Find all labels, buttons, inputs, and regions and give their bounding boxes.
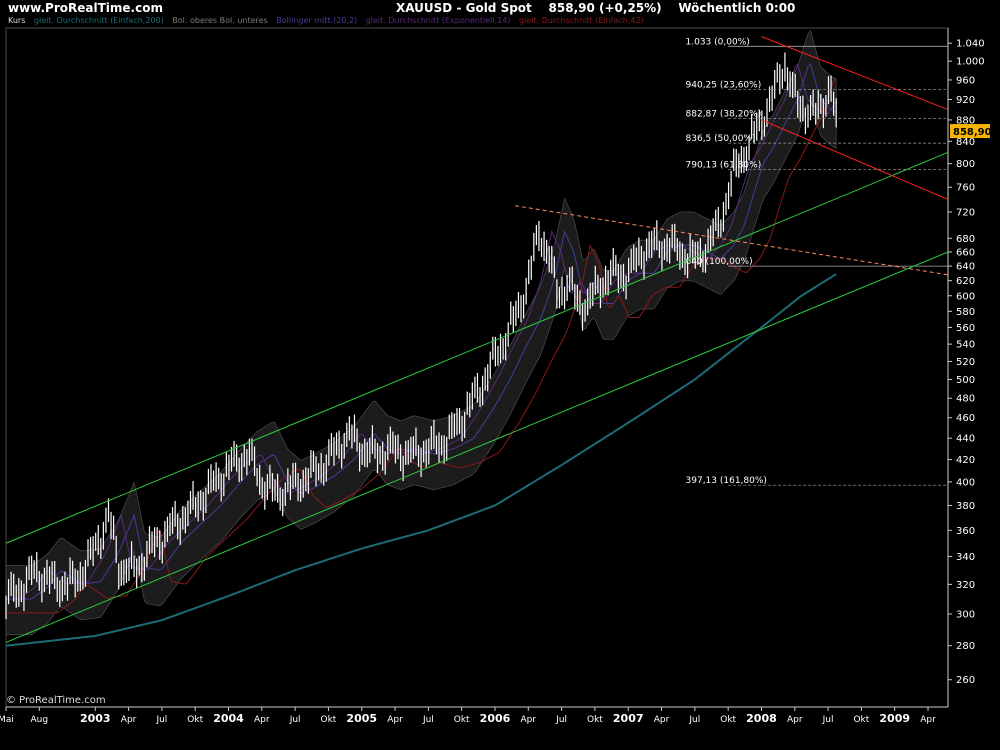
- legend-item-sma42: gleit. Durchschnitt (Einfach,42): [518, 16, 644, 25]
- y-tick-label: 520: [956, 357, 975, 368]
- x-tick-label: Aug: [31, 715, 49, 725]
- y-tick-label: 480: [956, 394, 975, 405]
- x-tick-label: Okt: [587, 715, 603, 725]
- y-tick-label: 500: [956, 375, 975, 386]
- x-tick-label: Okt: [321, 715, 337, 725]
- y-tick-label: 300: [956, 610, 975, 621]
- y-tick-label: 340: [956, 552, 975, 563]
- x-tick-label: Apr: [387, 715, 403, 725]
- y-tick-label: 840: [956, 137, 975, 148]
- x-tick-label: Apr: [121, 715, 137, 725]
- y-tick-label: 320: [956, 580, 975, 591]
- fib-level-label: 640 (100,00%): [686, 257, 753, 267]
- fib-level-label: 836,5 (50,00%): [686, 134, 756, 144]
- y-tick-label: 580: [956, 307, 975, 318]
- y-tick-label: 400: [956, 477, 975, 488]
- copyright: © ProRealTime.com: [6, 695, 106, 706]
- y-tick-label: 280: [956, 641, 975, 652]
- y-tick-label: 460: [956, 413, 975, 424]
- plot-frame: [5, 27, 949, 708]
- fib-level-label: 940,25 (23,60%): [686, 80, 762, 90]
- trendline-channel-lower: [5, 251, 949, 643]
- x-tick-label: 2006: [480, 712, 511, 725]
- x-tick-label: Jul: [555, 715, 567, 725]
- last-price-label: 858,90: [953, 127, 992, 138]
- legend-item-sma200: gleit. Durchschnitt (Einfach,200): [33, 16, 164, 25]
- x-tick-label: 2005: [346, 712, 377, 725]
- x-tick-label: Jul: [688, 715, 700, 725]
- y-tick-label: 560: [956, 323, 975, 334]
- x-tick-label: 2003: [80, 712, 111, 725]
- y-tick-label: 600: [956, 291, 975, 302]
- y-tick-label: 440: [956, 434, 975, 445]
- legend-item-ema14: gleit. Durchschnitt (Exponentiell,14): [365, 16, 511, 25]
- y-tick-label: 540: [956, 340, 975, 351]
- x-tick-label: Okt: [454, 715, 470, 725]
- y-tick-label: 760: [956, 183, 975, 194]
- fib-level-label: 397,13 (161,80%): [686, 476, 767, 486]
- trendline-channel-upper: [5, 151, 949, 544]
- x-tick-label: Jul: [422, 715, 434, 725]
- y-tick-label: 800: [956, 159, 975, 170]
- fib-level-label: 790,13 (61,80%): [686, 160, 762, 170]
- y-tick-label: 680: [956, 234, 975, 245]
- y-tick-label: 1.040: [956, 39, 985, 50]
- x-tick-label: Okt: [720, 715, 736, 725]
- legend-item-bollinger-mid: Bollinger mitt.(20,2): [276, 16, 358, 25]
- x-tick-label: 2009: [879, 712, 910, 725]
- y-tick-label: 260: [956, 675, 975, 686]
- x-tick-label: Apr: [521, 715, 537, 725]
- y-tick-label: 620: [956, 276, 975, 287]
- x-tick-label: Jul: [822, 715, 834, 725]
- x-tick-label: 2007: [613, 712, 644, 725]
- x-tick-label: 2008: [746, 712, 777, 725]
- trendline-down-lower: [761, 119, 949, 200]
- x-tick-label: Jul: [289, 715, 301, 725]
- x-tick-label: Okt: [187, 715, 203, 725]
- y-tick-label: 720: [956, 208, 975, 219]
- y-tick-label: 380: [956, 501, 975, 512]
- x-tick-label: Apr: [254, 715, 270, 725]
- price-chart[interactable]: 260 280 300 320 340 360 380 400 420 440 460 480 500 5…: [0, 0, 1000, 750]
- panel-label: Kurs: [8, 16, 26, 25]
- x-tick-label: Apr: [654, 715, 670, 725]
- x-tick-label: Okt: [853, 715, 869, 725]
- y-tick-label: 960: [956, 75, 975, 86]
- y-tick-label: 420: [956, 455, 975, 466]
- y-tick-label: 920: [956, 95, 975, 106]
- fib-level-label: 882,87 (38,20%): [686, 109, 762, 119]
- x-tick-label: Apr: [920, 715, 936, 725]
- y-tick-label: 1.000: [956, 57, 985, 68]
- y-tick-label: 640: [956, 262, 975, 273]
- fib-level-label: 1.033 (0,00%): [686, 37, 750, 47]
- x-tick-label: Apr: [787, 715, 803, 725]
- indicator-legend: Kurs gleit. Durchschnitt (Einfach,200) B…: [8, 16, 650, 25]
- x-tick-label: Jul: [155, 715, 167, 725]
- bollinger-band: [5, 30, 837, 636]
- y-tick-label: 660: [956, 247, 975, 258]
- x-tick-label: 2004: [213, 712, 244, 725]
- y-tick-label: 360: [956, 526, 975, 537]
- legend-item-bollinger-bands: Bol. oberes Bol. unteres: [172, 16, 268, 25]
- x-tick-label: Mai: [0, 715, 14, 725]
